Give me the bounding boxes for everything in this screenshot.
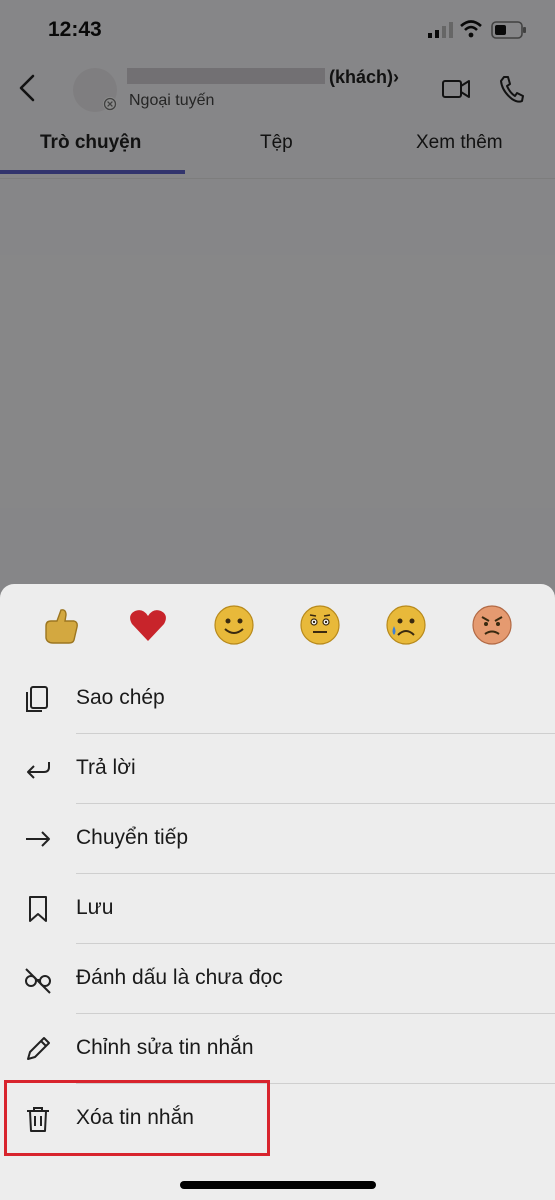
menu-label: Trả lời xyxy=(76,756,136,779)
reply-icon xyxy=(27,762,50,779)
menu-label: Chuyển tiếp xyxy=(76,826,189,849)
menu-item-reply[interactable]: Trả lời xyxy=(0,734,555,804)
menu-label: Lưu xyxy=(76,896,114,919)
menu-label: Sao chép xyxy=(76,686,165,709)
menu-label: Đánh dấu là chưa đọc xyxy=(76,966,283,989)
menu-item-copy[interactable]: Sao chép xyxy=(0,664,555,734)
menu-item-forward[interactable]: Chuyển tiếp xyxy=(0,804,555,874)
angry-emoji-icon[interactable] xyxy=(471,604,513,646)
mark-unread-icon xyxy=(25,968,51,994)
sad-emoji-icon[interactable] xyxy=(385,604,427,646)
delete-highlight-box xyxy=(4,1080,270,1156)
like-emoji-icon[interactable] xyxy=(40,604,82,646)
surprised-emoji-icon[interactable] xyxy=(299,604,341,646)
forward-icon xyxy=(26,831,50,847)
bookmark-icon xyxy=(29,896,47,922)
menu-item-save[interactable]: Lưu xyxy=(0,874,555,944)
edit-icon xyxy=(27,1037,50,1060)
heart-emoji-icon[interactable] xyxy=(127,604,169,646)
smile-emoji-icon[interactable] xyxy=(213,604,255,646)
menu-item-mark-unread[interactable]: Đánh dấu là chưa đọc xyxy=(0,944,555,1014)
home-indicator xyxy=(180,1181,376,1189)
menu-item-edit[interactable]: Chỉnh sửa tin nhắn xyxy=(0,1014,555,1084)
copy-icon xyxy=(26,686,48,712)
menu-label: Chỉnh sửa tin nhắn xyxy=(76,1036,254,1059)
